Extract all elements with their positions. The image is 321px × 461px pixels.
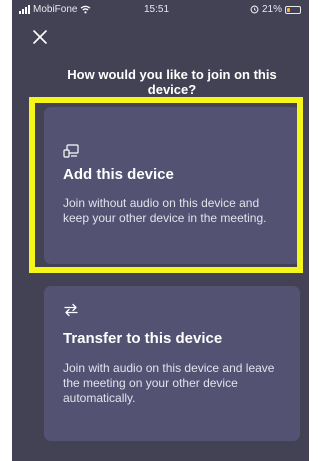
add-this-device-option[interactable]: Add this device Join without audio on th… — [44, 107, 300, 264]
status-bar: MobiFone 15:51 21% — [12, 0, 309, 20]
status-right: 21% — [250, 4, 301, 15]
status-left: MobiFone — [19, 4, 91, 15]
transfer-to-this-device-description: Join with audio on this device and leave… — [63, 361, 275, 405]
add-this-device-title: Add this device — [63, 166, 174, 183]
page-title: How would you like to join on this devic… — [67, 67, 277, 97]
transfer-to-this-device-option[interactable]: Transfer to this device Join with audio … — [44, 286, 300, 441]
phone-screen: MobiFone 15:51 21% How would you like to… — [12, 0, 309, 461]
transfer-arrows-icon — [64, 303, 78, 317]
alarm-icon — [250, 5, 259, 14]
carrier-label: MobiFone — [33, 4, 78, 15]
add-this-device-description: Join without audio on this device and ke… — [63, 196, 267, 225]
status-time: 15:51 — [144, 4, 170, 15]
transfer-to-this-device-title: Transfer to this device — [63, 330, 223, 347]
signal-icon — [19, 5, 30, 14]
battery-icon — [285, 5, 301, 14]
wifi-icon — [81, 5, 91, 14]
battery-fill — [287, 7, 290, 12]
add-device-icon — [63, 144, 79, 158]
close-icon[interactable] — [30, 27, 50, 47]
battery-percent: 21% — [261, 4, 282, 15]
